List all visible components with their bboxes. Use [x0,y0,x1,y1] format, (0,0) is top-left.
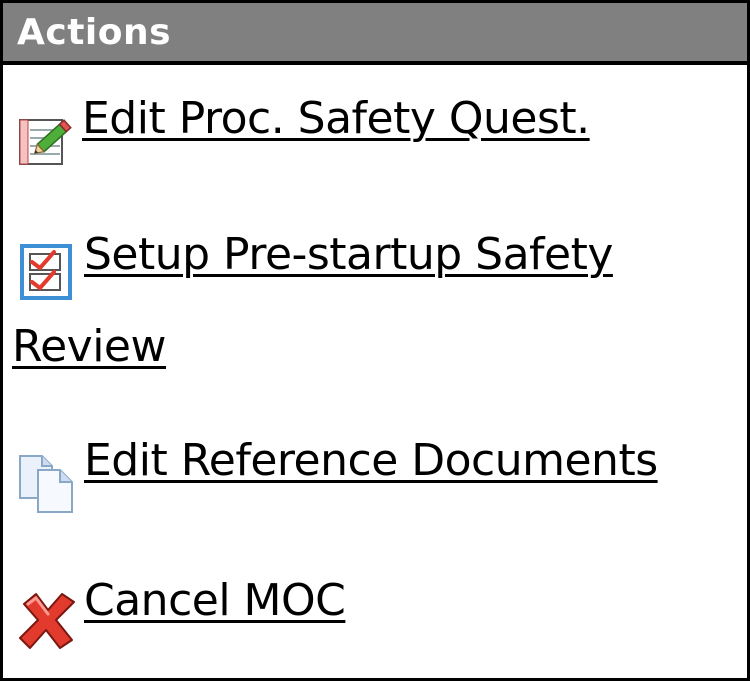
setup-pre-startup-safety-review-link-line1[interactable]: Setup Pre-startup Safety [84,228,613,282]
cancel-moc-link[interactable]: Cancel MOC [84,574,346,628]
checklist-icon[interactable] [20,244,72,300]
red-x-icon[interactable] [14,588,80,654]
notepad-pencil-icon[interactable] [16,110,76,168]
documents-icon[interactable] [16,452,78,516]
edit-proc-safety-quest-link[interactable]: Edit Proc. Safety Quest. [82,92,590,146]
panel-header: Actions [3,3,747,65]
panel-title: Actions [17,12,172,53]
edit-reference-documents-link[interactable]: Edit Reference Documents [84,434,658,488]
setup-pre-startup-safety-review-link-line2[interactable]: Review [12,320,167,374]
